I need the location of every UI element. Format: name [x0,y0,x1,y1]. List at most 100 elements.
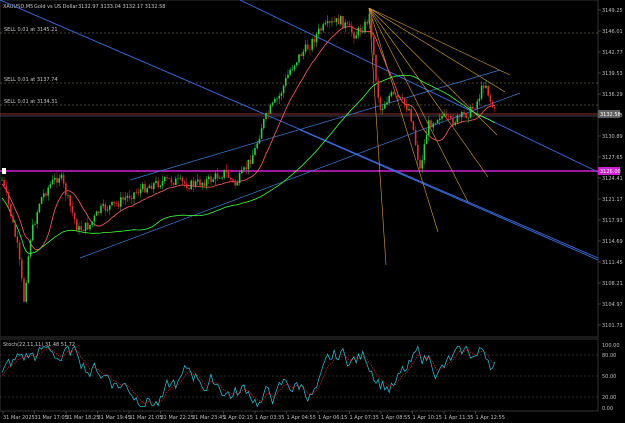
candle-body [364,21,366,32]
candle-body [423,144,426,161]
candle-body [27,256,30,283]
candle-body [166,177,168,179]
candle-body [102,204,104,206]
candle-body [122,197,124,200]
price-chart[interactable]: XAUUSD,M5 Gold vs US Dollar 3132.97 3133… [0,0,625,423]
candle-body [313,38,316,43]
candle-body [271,102,274,106]
candle-body [126,195,129,198]
candlestick-series [1,11,496,304]
trendline-upper-short[interactable] [239,0,599,173]
candle-body [450,116,452,118]
candle-body [483,85,485,88]
candle-body [419,159,421,169]
candle-body [18,242,21,260]
candle-body [243,167,245,170]
time-tick-label: 1 Apr 08:55 [381,415,410,421]
candle-body [375,54,377,81]
candle-body [168,178,170,179]
candle-body [3,179,5,186]
candle-body [133,192,135,199]
candle-body [458,115,461,118]
candle-body [210,176,212,182]
candle-body [25,282,27,302]
candle-body [199,179,201,186]
candle-body [170,178,173,183]
candle-body [331,21,333,23]
candle-body [291,69,294,70]
candle-body [428,120,430,135]
candle-body [128,195,131,199]
osc-tick-label: 20.00 [602,395,616,401]
candle-body [232,179,234,181]
candle-body [340,15,342,25]
magenta-line-anchor[interactable] [2,168,6,174]
candle-body [1,179,3,181]
candle-body [159,185,162,188]
time-tick-label: 1 Apr 06:15 [318,415,347,421]
candle-body [461,111,463,118]
price-tick-label: 3149.25 [602,8,623,14]
candle-body [91,221,93,225]
candle-body [164,177,166,182]
oscillator-label: Stoch(22,11,11) 31.48 51.72 [3,342,75,348]
candle-body [256,143,258,149]
candle-body [397,94,399,98]
candle-body [263,119,265,129]
candle-body [406,104,408,111]
candle-body [252,155,254,164]
candle-body [269,105,272,114]
trendline-lower[interactable] [299,129,599,261]
candle-body [309,49,311,50]
candle-body [146,188,148,193]
candle-body [414,130,417,145]
time-tick-label: 1 Apr 04:55 [287,415,316,421]
price-tick-label: 3124.41 [602,176,623,182]
candle-body [43,193,45,198]
candle-body [351,25,353,33]
candle-body [194,181,197,187]
price-tick-label: 3111.45 [602,260,623,266]
candle-body [469,106,472,118]
candle-body [241,169,243,174]
price-tick-label: 3139.53 [602,71,623,77]
candle-body [401,96,404,99]
candle-body [441,116,443,119]
magenta-price-label: 3126.00 [600,169,621,175]
candle-body [93,215,96,222]
candle-body [84,222,87,232]
candle-body [104,204,107,211]
stoch-main-line [1,345,496,408]
candle-body [10,203,12,216]
trend-channel-upper[interactable] [129,69,501,181]
candle-body [366,21,368,24]
time-tick-label: 31 Mar 18:25 [66,415,99,421]
candle-body [357,27,360,36]
candle-body [326,21,329,24]
candle-body [324,23,327,25]
fan-lines[interactable] [368,7,511,266]
candle-body [344,22,346,28]
candle-body [60,174,63,179]
candle-body [234,180,236,186]
candle-body [197,179,199,182]
price-tick-label: 3136.29 [602,92,623,98]
candle-body [373,37,375,55]
candle-body [113,201,115,204]
candle-body [463,111,465,115]
candle-body [267,113,269,114]
candle-body [480,85,483,99]
ma-fast-line [1,26,495,251]
candle-body [472,106,474,109]
candle-body [38,203,41,213]
candle-body [278,95,280,99]
candle-body [296,62,298,66]
candle-body [58,178,60,183]
candle-body [230,177,232,180]
price-tick-label: 3142.77 [602,50,623,56]
candle-body [439,118,441,120]
candle-body [421,160,423,169]
candle-body [298,54,300,63]
candle-body [485,85,487,88]
osc-tick-label: 80.00 [602,353,616,359]
